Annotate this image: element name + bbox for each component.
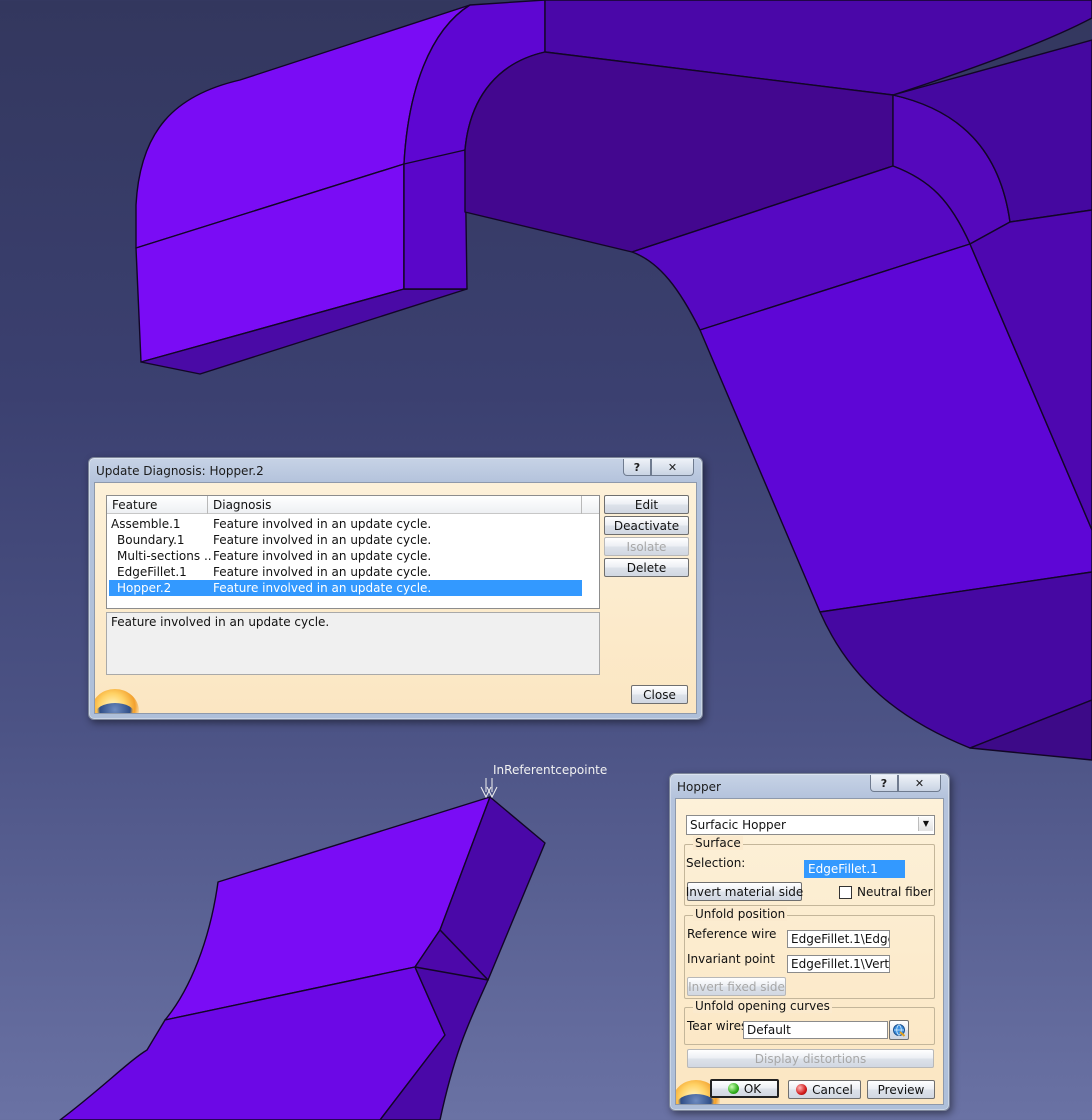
tear-wires-field[interactable]: Default xyxy=(743,1021,888,1039)
feature-cell: EdgeFillet.1 xyxy=(117,565,187,579)
invariant-point-field[interactable]: EdgeFillet.1\Vertex xyxy=(787,955,890,973)
neutral-fiber-checkbox[interactable] xyxy=(839,886,852,899)
close-icon[interactable]: ✕ xyxy=(898,775,941,792)
feature-cell: Boundary.1 xyxy=(117,533,185,547)
hopper-dialog: Hopper ? ✕ Surfacic Hopper ▼ Surface Sel… xyxy=(669,773,950,1111)
delete-button[interactable]: Delete xyxy=(604,558,689,577)
group-title: Surface xyxy=(693,836,743,850)
column-header-feature[interactable]: Feature xyxy=(107,496,208,514)
table-row-selected[interactable]: Hopper.2 Feature involved in an update c… xyxy=(109,580,582,596)
dialog-client-area: Feature Diagnosis Assemble.1 Feature inv… xyxy=(94,482,697,714)
bend-side-face-lower xyxy=(403,149,468,290)
feature-cell: Multi-sections ... xyxy=(117,549,211,563)
dialog-client-area: Surfacic Hopper ▼ Surface Selection: Edg… xyxy=(675,798,944,1105)
annotation-arrow xyxy=(480,778,498,799)
list-header: Feature Diagnosis xyxy=(107,496,599,514)
reference-wire-field[interactable]: EdgeFillet.1\Edge.2 xyxy=(787,930,890,948)
ok-button[interactable]: OK xyxy=(710,1079,779,1098)
close-button[interactable]: Close xyxy=(631,685,688,704)
update-diagnosis-dialog: Update Diagnosis: Hopper.2 ? ✕ Feature D… xyxy=(88,457,703,720)
table-row[interactable]: EdgeFillet.1 Feature involved in an upda… xyxy=(109,564,582,580)
table-row[interactable]: Boundary.1 Feature involved in an update… xyxy=(109,532,582,548)
hopper-type-select[interactable]: Surfacic Hopper ▼ xyxy=(686,815,935,835)
viewport-annotation-label: InReferentcepointe xyxy=(493,763,608,777)
tear-wires-edit-icon[interactable] xyxy=(889,1020,909,1040)
invert-material-side-button[interactable]: Invert material side xyxy=(686,882,803,901)
selection-field[interactable]: EdgeFillet.1 xyxy=(804,860,905,878)
display-distortions-button[interactable]: Display distortions xyxy=(687,1049,934,1068)
reference-wire-label: Reference wire xyxy=(687,927,777,941)
cancel-button[interactable]: Cancel xyxy=(788,1080,861,1099)
feature-cell: Hopper.2 xyxy=(117,581,172,595)
feature-cell: Assemble.1 xyxy=(111,517,181,531)
diagnosis-cell: Feature involved in an update cycle. xyxy=(213,581,432,595)
help-button[interactable]: ? xyxy=(870,775,898,792)
ok-icon xyxy=(727,1083,739,1094)
selection-label: Selection: xyxy=(686,856,746,870)
table-row[interactable]: Multi-sections ... Feature involved in a… xyxy=(109,548,582,564)
tear-wires-label: Tear wires xyxy=(687,1019,748,1033)
help-button[interactable]: ? xyxy=(623,459,651,476)
deactivate-button[interactable]: Deactivate xyxy=(604,516,689,535)
diagnosis-cell: Feature involved in an update cycle. xyxy=(213,549,432,563)
dialog-title: Update Diagnosis: Hopper.2 xyxy=(96,464,264,478)
cancel-label: Cancel xyxy=(812,1082,853,1097)
preview-button[interactable]: Preview xyxy=(867,1080,935,1099)
invert-fixed-side-button[interactable]: Invert fixed side xyxy=(687,977,786,996)
isolate-button[interactable]: Isolate xyxy=(604,537,689,556)
group-title: Unfold opening curves xyxy=(693,999,832,1013)
diagnosis-cell: Feature involved in an update cycle. xyxy=(213,517,432,531)
edit-button[interactable]: Edit xyxy=(604,495,689,514)
diagnosis-cell: Feature involved in an update cycle. xyxy=(213,533,432,547)
ok-label: OK xyxy=(743,1081,762,1096)
close-icon[interactable]: ✕ xyxy=(651,459,694,476)
group-title: Unfold position xyxy=(693,907,788,921)
diagnosis-list[interactable]: Feature Diagnosis Assemble.1 Feature inv… xyxy=(106,495,600,609)
diagnosis-cell: Feature involved in an update cycle. xyxy=(213,565,432,579)
neutral-fiber-label: Neutral fiber xyxy=(857,885,933,899)
column-header-diagnosis[interactable]: Diagnosis xyxy=(208,496,582,514)
chevron-down-icon[interactable]: ▼ xyxy=(918,817,933,831)
dialog-title: Hopper xyxy=(677,780,721,794)
invariant-point-label: Invariant point xyxy=(687,952,775,966)
table-row[interactable]: Assemble.1 Feature involved in an update… xyxy=(109,516,582,532)
hopper-type-value: Surfacic Hopper xyxy=(690,818,786,832)
diagnosis-detail-text: Feature involved in an update cycle. xyxy=(106,612,600,675)
cancel-icon xyxy=(796,1084,808,1095)
globe-edit-icon xyxy=(893,1024,906,1037)
